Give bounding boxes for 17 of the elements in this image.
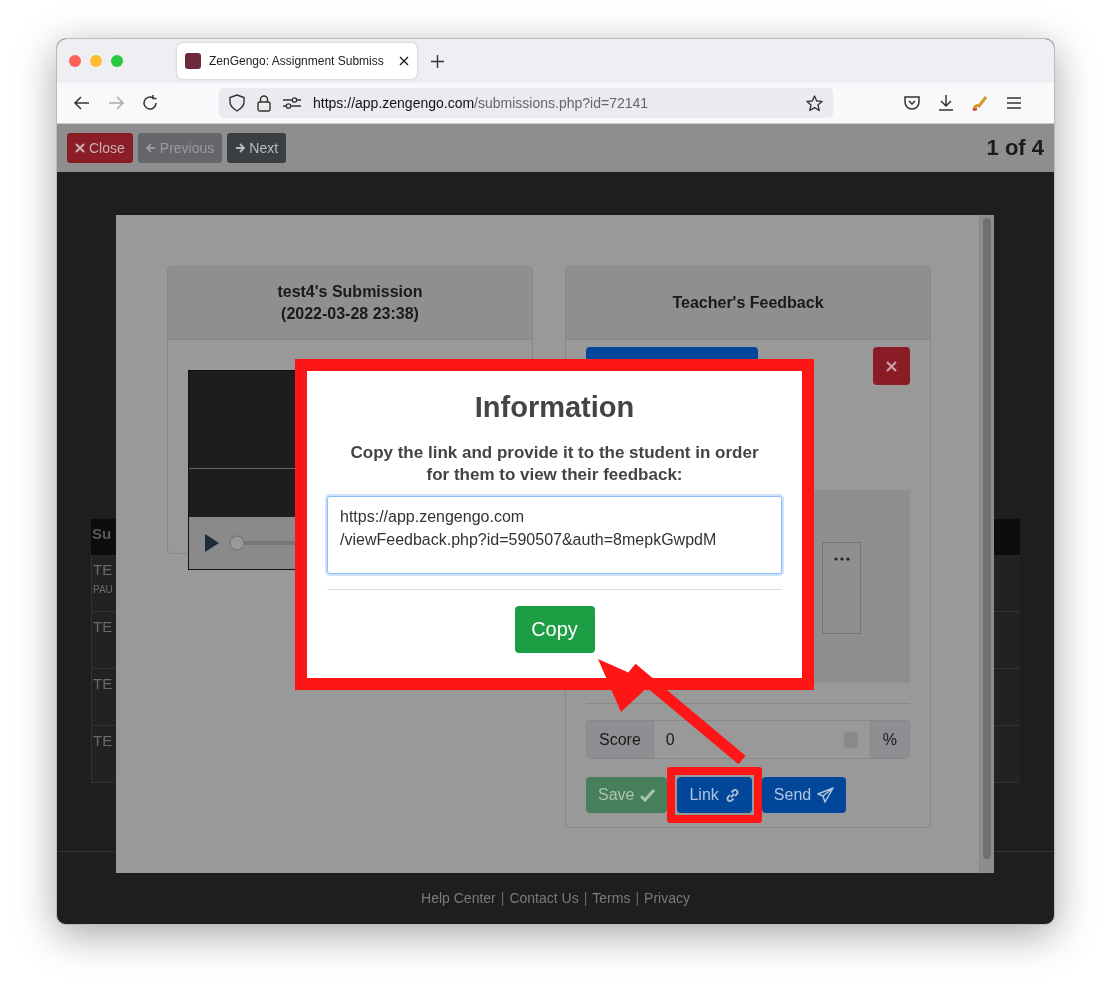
percent-label: % bbox=[869, 721, 909, 758]
submission-date: (2022-03-28 23:38) bbox=[281, 304, 419, 324]
card-title: test4's Submission bbox=[277, 282, 423, 303]
page-counter: 1 of 4 bbox=[986, 135, 1044, 161]
table-cell: TE bbox=[93, 732, 113, 749]
separator: | bbox=[634, 890, 641, 906]
score-label: Score bbox=[587, 721, 653, 758]
separator: | bbox=[499, 890, 506, 906]
url-text: https://app.zengengo.com/submissions.php?id=72141 bbox=[313, 95, 650, 111]
separator: | bbox=[582, 890, 589, 906]
table-cell: TE bbox=[93, 561, 113, 578]
dialog-title: Information bbox=[474, 391, 635, 424]
cell-note: PAU bbox=[93, 584, 113, 595]
table-cell: TE bbox=[93, 618, 113, 635]
card-title: Teacher's Feedback bbox=[672, 293, 824, 314]
table-cell: TE bbox=[93, 675, 113, 692]
dialog-message: Copy the link and provide it to the student in order for them to view their feedback: bbox=[349, 442, 760, 487]
